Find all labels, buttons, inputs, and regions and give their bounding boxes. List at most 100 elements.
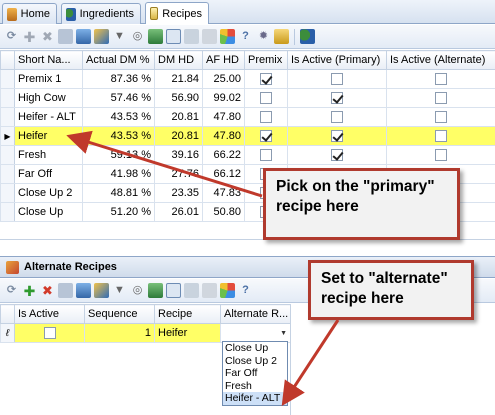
recipe-row[interactable]: Heifer - ALT 43.53 % 20.81 47.80 [0,107,495,127]
columns-icon[interactable] [166,283,181,298]
column-header-premix[interactable]: Premix [244,50,288,70]
add-icon[interactable]: ✚ [22,283,37,298]
alternate-edit-row[interactable]: ℓ 1 Heifer ▼ [0,323,291,343]
filter-icon[interactable]: ▼ [112,29,127,44]
af-hd-cell[interactable]: 99.02 [202,88,245,108]
dropdown-arrow-icon[interactable]: ▼ [280,330,287,337]
short-name-cell[interactable]: Heifer - ALT [14,107,83,127]
is-active-cell[interactable] [14,323,85,343]
refresh-icon[interactable]: ⟳ [4,283,19,298]
column-header-short-name[interactable]: Short Na... [14,50,83,70]
active-alternate-cell[interactable] [386,88,495,108]
tab-ingredients[interactable]: Ingredients [61,3,141,24]
af-hd-cell[interactable]: 47.80 [202,126,245,146]
recipe-row[interactable]: Fresh 59.13 % 39.16 66.22 [0,145,495,165]
short-name-cell[interactable]: Fresh [14,145,83,165]
grid-icon[interactable] [76,283,91,298]
active-alternate-cell[interactable] [386,145,495,165]
help-icon[interactable]: ? [238,29,253,44]
premix-cell[interactable] [244,88,288,108]
dm-hd-cell[interactable]: 56.90 [154,88,203,108]
actual-dm-cell[interactable]: 87.36 % [82,69,155,89]
view-icon[interactable]: ◎ [130,29,145,44]
row-indicator[interactable] [0,69,15,89]
af-hd-cell[interactable]: 47.83 [202,183,245,203]
column-header-af-hd[interactable]: AF HD [202,50,245,70]
row-indicator[interactable] [0,202,15,222]
edit-icon[interactable] [58,29,73,44]
dropdown-option[interactable]: Far Off [223,367,287,380]
dm-hd-cell[interactable]: 21.84 [154,69,203,89]
help-icon[interactable]: ? [238,283,253,298]
add-icon[interactable]: ✚ [22,29,37,44]
recipe-row[interactable]: ▶ Heifer 43.53 % 20.81 47.80 [0,126,495,146]
dm-hd-cell[interactable]: 39.16 [154,145,203,165]
active-primary-cell[interactable] [287,88,387,108]
active-alternate-cell[interactable] [386,107,495,127]
column-header-active-alternate[interactable]: Is Active (Alternate) [386,50,495,70]
column-header-sequence[interactable]: Sequence [84,304,155,324]
active-primary-cell[interactable] [287,107,387,127]
active-alternate-checkbox[interactable] [435,92,447,105]
active-primary-checkbox[interactable] [331,111,343,124]
active-primary-checkbox[interactable] [331,73,343,86]
af-hd-cell[interactable]: 47.80 [202,107,245,127]
view-icon[interactable]: ◎ [130,283,145,298]
dropdown-option[interactable]: Fresh [223,380,287,393]
chart-icon[interactable] [220,283,235,298]
settings-icon[interactable]: ✹ [256,29,271,44]
active-primary-cell[interactable] [287,126,387,146]
premix-cell[interactable] [244,145,288,165]
layout-icon[interactable] [94,29,109,44]
dm-hd-cell[interactable]: 27.76 [154,164,203,184]
dropdown-option[interactable]: Close Up [223,342,287,355]
recipe-cell[interactable]: Heifer [154,323,221,343]
actual-dm-cell[interactable]: 41.98 % [82,164,155,184]
dm-hd-cell[interactable]: 23.35 [154,183,203,203]
actual-dm-cell[interactable]: 51.20 % [82,202,155,222]
dropdown-option[interactable]: Heifer - ALT [223,392,287,405]
row-indicator[interactable] [0,164,15,184]
edit-icon[interactable] [58,283,73,298]
premix-checkbox[interactable] [260,130,272,143]
premix-checkbox[interactable] [260,149,272,162]
active-primary-cell[interactable] [287,69,387,89]
print-icon[interactable] [184,283,199,298]
actual-dm-cell[interactable]: 59.13 % [82,145,155,165]
af-hd-cell[interactable]: 66.22 [202,145,245,165]
af-hd-cell[interactable]: 25.00 [202,69,245,89]
premix-cell[interactable] [244,126,288,146]
column-header-dm-hd[interactable]: DM HD [154,50,203,70]
alternate-recipe-cell[interactable]: ▼ [220,323,291,343]
column-header-actual-dm[interactable]: Actual DM % [82,50,155,70]
tab-recipes[interactable]: Recipes [145,2,209,24]
print-icon[interactable] [184,29,199,44]
recipe-row[interactable]: Premix 1 87.36 % 21.84 25.00 [0,69,495,89]
active-alternate-checkbox[interactable] [435,130,447,143]
premix-cell[interactable] [244,69,288,89]
export-icon[interactable] [202,29,217,44]
columns-icon[interactable] [166,29,181,44]
af-hd-cell[interactable]: 66.12 [202,164,245,184]
tab-home[interactable]: Home [2,3,57,24]
premix-cell[interactable] [244,107,288,127]
export-icon[interactable] [202,283,217,298]
dm-hd-cell[interactable]: 20.81 [154,107,203,127]
premix-checkbox[interactable] [260,92,272,105]
layout-icon[interactable] [94,283,109,298]
alternate-recipe-dropdown-list[interactable]: Close Up Close Up 2 Far Off Fresh Heifer - A… [222,341,288,406]
active-alternate-cell[interactable] [386,126,495,146]
premix-checkbox[interactable] [260,111,272,124]
af-hd-cell[interactable]: 50.80 [202,202,245,222]
active-primary-checkbox[interactable] [331,130,343,143]
actual-dm-cell[interactable]: 57.46 % [82,88,155,108]
actual-dm-cell[interactable]: 43.53 % [82,126,155,146]
ingredient-link-icon[interactable] [300,29,315,44]
short-name-cell[interactable]: Close Up [14,202,83,222]
actual-dm-cell[interactable]: 48.81 % [82,183,155,203]
active-alternate-cell[interactable] [386,69,495,89]
dm-hd-cell[interactable]: 26.01 [154,202,203,222]
row-indicator[interactable] [0,183,15,203]
chart-icon[interactable] [220,29,235,44]
short-name-cell[interactable]: Far Off [14,164,83,184]
